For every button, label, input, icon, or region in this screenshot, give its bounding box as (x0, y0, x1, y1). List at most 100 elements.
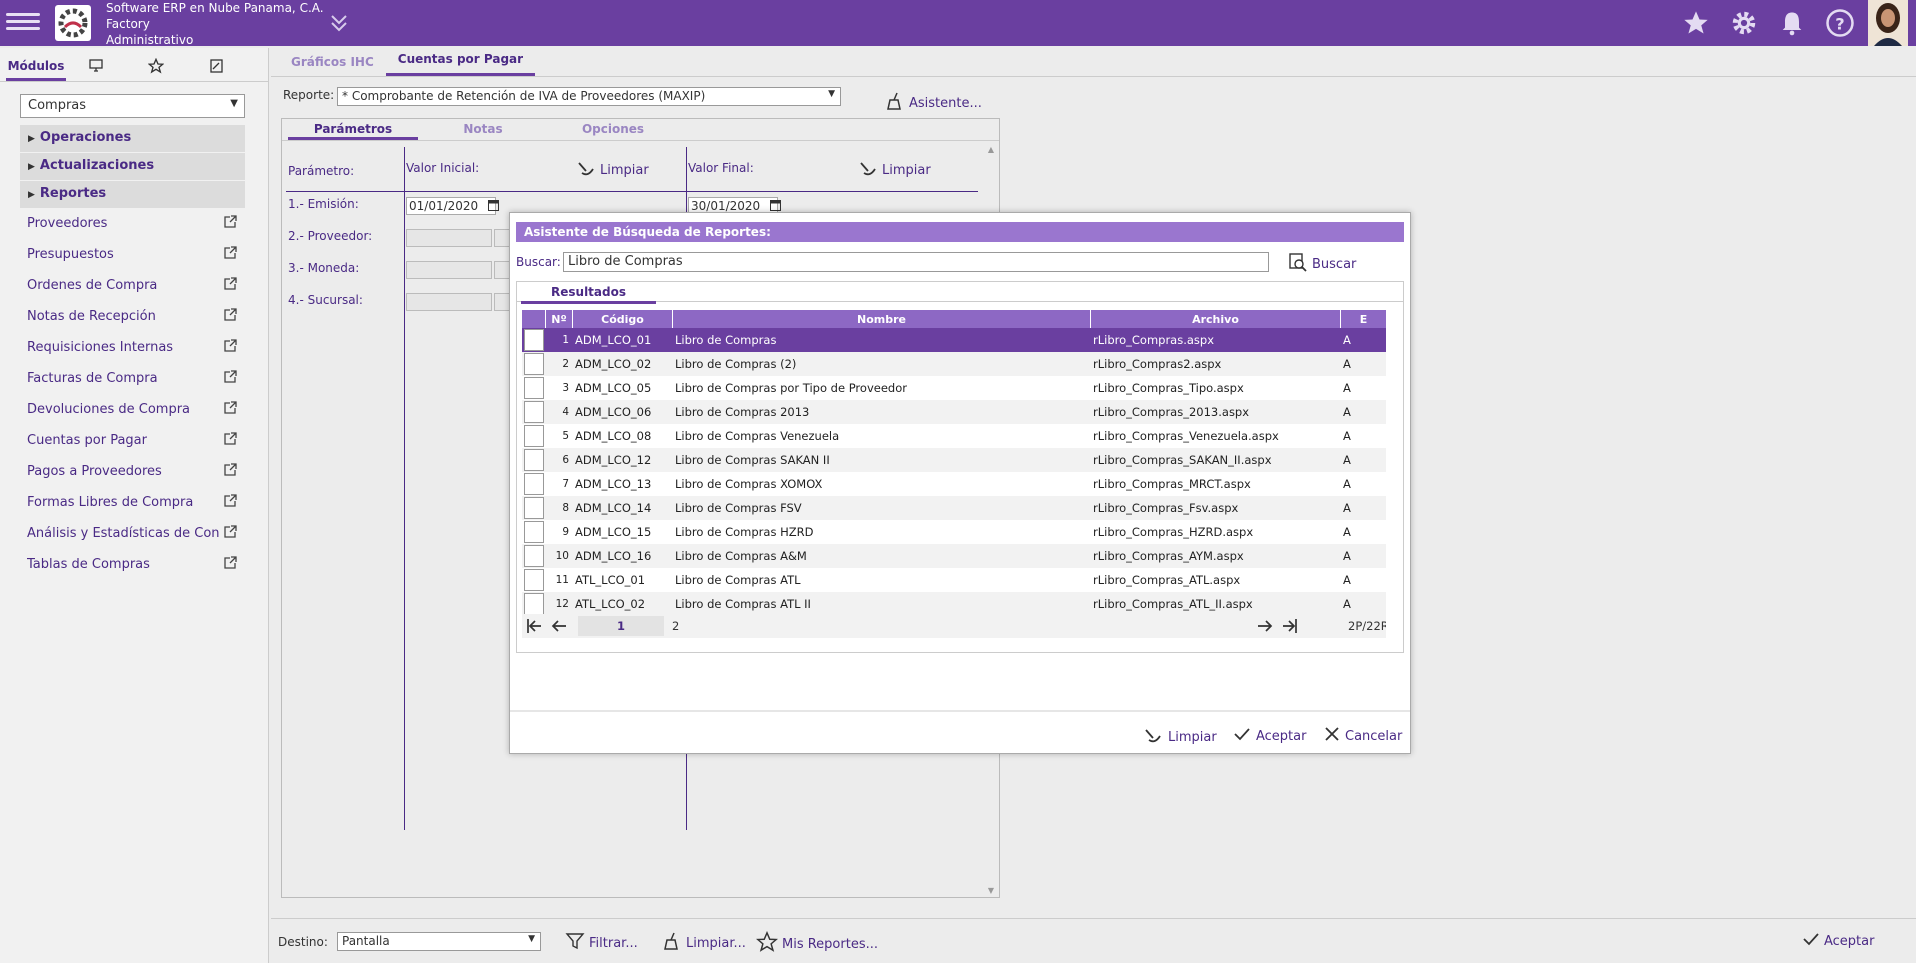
checkbox[interactable] (524, 353, 544, 375)
sidebar-item[interactable]: Tablas de Compras (20, 549, 245, 580)
checkbox[interactable] (524, 569, 544, 591)
calendar-icon[interactable] (488, 199, 499, 215)
accordion-actualizaciones[interactable]: ▶ Actualizaciones (20, 153, 245, 180)
sidebar-item[interactable]: Requisiciones Internas (20, 332, 245, 363)
tab-favorites[interactable] (126, 53, 186, 81)
header-archivo[interactable]: Archivo (1091, 310, 1341, 328)
external-link-icon[interactable] (224, 339, 237, 356)
sucursal-inicial-input[interactable] (406, 293, 492, 311)
checkbox[interactable] (524, 401, 544, 423)
table-row[interactable]: 5 ADM_LCO_08 Libro de Compras Venezuela rLi… (522, 424, 1386, 448)
table-row[interactable]: 6 ADM_LCO_12 Libro de Compras SAKAN II rLib… (522, 448, 1386, 472)
filtrar-button[interactable]: Filtrar... (565, 931, 638, 955)
table-row[interactable]: 12 ATL_LCO_02 Libro de Compras ATL II rLibr… (522, 592, 1386, 616)
table-row[interactable]: 10 ADM_LCO_16 Libro de Compras A&M rLibro_C… (522, 544, 1386, 568)
accordion-reportes[interactable]: ▶ Reportes (20, 181, 245, 208)
external-link-icon[interactable] (224, 432, 237, 449)
tab-graficos-ihc[interactable]: Gráficos IHC (279, 55, 386, 76)
external-link-icon[interactable] (224, 463, 237, 480)
row-checkbox[interactable] (522, 521, 546, 543)
row-checkbox[interactable] (522, 329, 546, 351)
table-row[interactable]: 8 ADM_LCO_14 Libro de Compras FSV rLibro_Co… (522, 496, 1386, 520)
sidebar-item[interactable]: Proveedores (20, 208, 245, 239)
table-row[interactable]: 1 ADM_LCO_01 Libro de Compras rLibro_Compra… (522, 328, 1386, 352)
sidebar-item[interactable]: Notas de Recepción (20, 301, 245, 332)
external-link-icon[interactable] (224, 401, 237, 418)
help-icon[interactable]: ? (1824, 7, 1856, 39)
table-row[interactable]: 11 ATL_LCO_01 Libro de Compras ATL rLibro_C… (522, 568, 1386, 592)
next-page-icon[interactable] (1256, 617, 1274, 638)
limpiar-inicial-button[interactable]: Limpiar (576, 159, 649, 181)
header-n[interactable]: Nº (546, 310, 573, 328)
tab-opciones[interactable]: Opciones (548, 119, 678, 140)
checkbox[interactable] (524, 593, 544, 615)
tab-modulos[interactable]: Módulos (6, 53, 66, 81)
table-row[interactable]: 4 ADM_LCO_06 Libro de Compras 2013 rLibro_C… (522, 400, 1386, 424)
current-page[interactable]: 1 (578, 616, 664, 636)
proveedor-inicial-input[interactable] (406, 229, 492, 247)
sidebar-item[interactable]: Presupuestos (20, 239, 245, 270)
external-link-icon[interactable] (224, 494, 237, 511)
avatar[interactable] (1868, 0, 1908, 46)
tab-parametros[interactable]: Parámetros (288, 119, 418, 140)
accordion-operaciones[interactable]: ▶ Operaciones (20, 125, 245, 152)
row-checkbox[interactable] (522, 425, 546, 447)
sidebar-item[interactable]: Análisis y Estadísticas de Con (20, 518, 245, 549)
table-row[interactable]: 9 ADM_LCO_15 Libro de Compras HZRD rLibro_C… (522, 520, 1386, 544)
checkbox[interactable] (524, 377, 544, 399)
external-link-icon[interactable] (224, 308, 237, 325)
row-checkbox[interactable] (522, 401, 546, 423)
row-checkbox[interactable] (522, 497, 546, 519)
checkbox[interactable] (524, 425, 544, 447)
checkbox[interactable] (524, 545, 544, 567)
header-codigo[interactable]: Código (573, 310, 673, 328)
gear-icon[interactable] (1728, 7, 1760, 39)
chevrons-down-icon[interactable] (328, 12, 350, 38)
limpiar-bottom-button[interactable]: Limpiar... (662, 931, 746, 955)
buscar-button[interactable]: Buscar (1288, 252, 1356, 276)
prev-page-icon[interactable] (550, 617, 568, 638)
aceptar-main-button[interactable]: Aceptar (1802, 931, 1874, 951)
external-link-icon[interactable] (224, 246, 237, 263)
last-page-icon[interactable] (1280, 617, 1298, 638)
checkbox[interactable] (524, 497, 544, 519)
sidebar-item[interactable]: Cuentas por Pagar (20, 425, 245, 456)
sidebar-item[interactable]: Devoluciones de Compra (20, 394, 245, 425)
checkbox[interactable] (524, 449, 544, 471)
star-icon[interactable] (1680, 7, 1712, 39)
module-select[interactable]: Compras ▼ (20, 94, 245, 118)
scroll-down-icon[interactable]: ▼ (985, 886, 997, 895)
row-checkbox[interactable] (522, 473, 546, 495)
sidebar-item[interactable]: Formas Libres de Compra (20, 487, 245, 518)
limpiar-final-button[interactable]: Limpiar (858, 159, 931, 181)
external-link-icon[interactable] (224, 277, 237, 294)
scroll-up-icon[interactable]: ▲ (985, 145, 997, 154)
sidebar-item[interactable]: Órdenes de Compra (20, 270, 245, 301)
sidebar-item[interactable]: Pagos a Proveedores (20, 456, 245, 487)
header-e[interactable]: E (1341, 310, 1386, 328)
search-input[interactable]: Libro de Compras (563, 252, 1269, 272)
destino-select[interactable]: Pantalla ▼ (337, 932, 541, 951)
row-checkbox[interactable] (522, 449, 546, 471)
row-checkbox[interactable] (522, 353, 546, 375)
header-nombre[interactable]: Nombre (673, 310, 1091, 328)
checkbox[interactable] (524, 473, 544, 495)
table-row[interactable]: 3 ADM_LCO_05 Libro de Compras por Tipo de … (522, 376, 1386, 400)
row-checkbox[interactable] (522, 545, 546, 567)
tab-resultados[interactable]: Resultados (521, 282, 656, 304)
tab-cuentas-por-pagar[interactable]: Cuentas por Pagar (385, 52, 536, 76)
row-checkbox[interactable] (522, 593, 546, 615)
tab-notas[interactable]: Notas (418, 119, 548, 140)
menu-icon[interactable] (6, 9, 40, 37)
external-link-icon[interactable] (224, 556, 237, 573)
dialog-limpiar-button[interactable]: Limpiar (1143, 726, 1217, 748)
row-checkbox[interactable] (522, 569, 546, 591)
table-row[interactable]: 2 ADM_LCO_02 Libro de Compras (2) rLibro_Co… (522, 352, 1386, 376)
sidebar-item[interactable]: Facturas de Compra (20, 363, 245, 394)
asistente-button[interactable]: Asistente... (885, 91, 982, 115)
row-checkbox[interactable] (522, 377, 546, 399)
external-link-icon[interactable] (224, 370, 237, 387)
report-select[interactable]: * Comprobante de Retención de IVA de Pro… (337, 87, 841, 106)
checkbox[interactable] (524, 521, 544, 543)
mis-reportes-button[interactable]: Mis Reportes... (755, 930, 878, 957)
